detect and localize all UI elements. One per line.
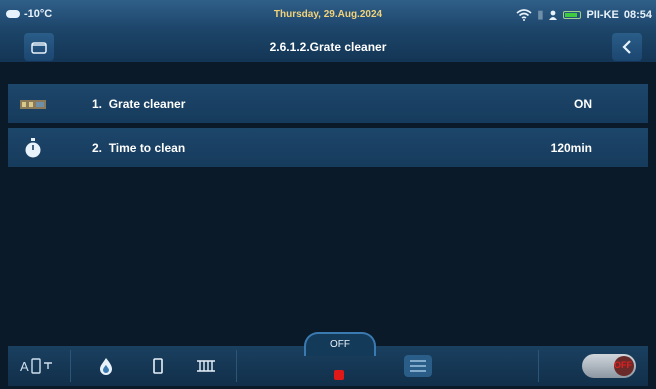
menu-item-label: 1. Grate cleaner — [92, 97, 185, 111]
menu-item-grate-cleaner[interactable]: 1. Grate cleaner ON — [8, 84, 648, 124]
menu-item-index: 1. — [92, 96, 103, 111]
menu-item-text: Grate cleaner — [108, 96, 186, 111]
power-toggle[interactable]: OFF — [582, 354, 636, 378]
menu-item-index: 2. — [92, 140, 103, 155]
stopwatch-icon — [25, 137, 41, 157]
back-button[interactable] — [612, 33, 642, 61]
flame-icon — [100, 358, 112, 375]
toggle-label: OFF — [614, 360, 632, 370]
user-icon — [549, 10, 558, 20]
menu-item-label: 2. Time to clean — [92, 141, 185, 155]
menu-item-text: Time to clean — [108, 140, 186, 155]
menu-item-value: ON — [574, 96, 592, 111]
auto-mode-button[interactable]: A — [12, 352, 68, 380]
menu-item-time-to-clean[interactable]: 2. Time to clean 120min — [8, 128, 648, 168]
signal-icon: ▮ — [537, 9, 544, 21]
radiator-icon — [197, 360, 215, 372]
divider — [70, 350, 71, 382]
divider — [236, 350, 237, 382]
status-indicators: ▮ PII-KE 08:54 — [516, 8, 652, 21]
grate-icon — [20, 99, 46, 109]
boiler-button[interactable] — [146, 352, 170, 380]
stop-indicator — [334, 370, 344, 380]
auto-mode-icon: A — [20, 358, 52, 374]
battery-icon — [563, 10, 582, 19]
boiler-icon — [153, 358, 163, 374]
bottom-bar: A OFF OFF — [8, 332, 648, 386]
list-button[interactable] — [400, 352, 436, 380]
page-title: 2.6.1.2.Grate cleaner — [269, 40, 387, 54]
title-bar: 2.6.1.2.Grate cleaner — [0, 30, 656, 64]
clock-text: 08:54 — [623, 8, 652, 21]
divider — [538, 350, 539, 382]
mode-status-tab: OFF — [304, 332, 376, 356]
radiator-button[interactable] — [192, 352, 220, 380]
list-icon — [404, 355, 432, 377]
wifi-icon — [516, 8, 532, 21]
status-bar: -10°C Thursday, 29.Aug.2024 ▮ PII-KE 08:… — [0, 0, 656, 30]
svg-text:A: A — [20, 359, 29, 374]
menu-item-value: 120min — [550, 140, 592, 155]
back-chevron-icon — [622, 40, 631, 54]
device-name: PII-KE — [586, 8, 619, 21]
flame-button[interactable] — [88, 352, 124, 380]
